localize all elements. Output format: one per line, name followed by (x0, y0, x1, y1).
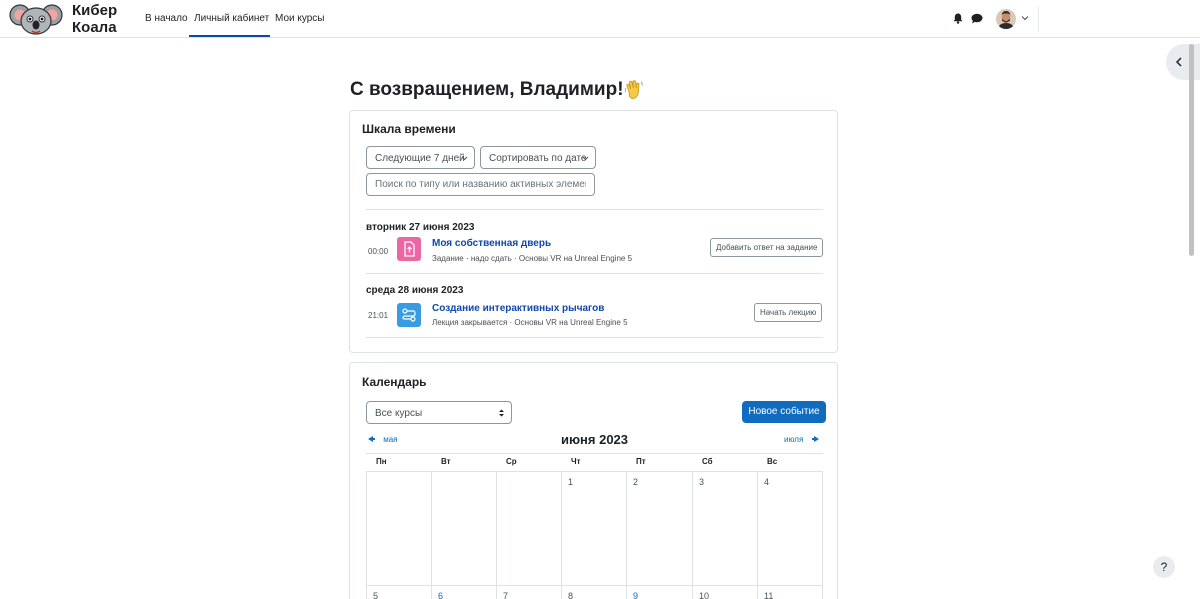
calendar-day-cell[interactable]: 9 (626, 585, 692, 599)
top-navbar: Кибер Коала В начало Личный кабинет Мои … (0, 0, 1200, 38)
timeline-date-heading: вторник 27 июня 2023 (366, 222, 475, 233)
calendar-day-cell[interactable]: 11 (757, 585, 823, 599)
weekday-header: Пт (636, 457, 646, 466)
page-scrollbar[interactable] (1189, 44, 1194, 256)
calendar-day-cell[interactable]: 6 (431, 585, 496, 599)
waving-hand-icon (624, 80, 643, 99)
timeline-title: Шкала времени (362, 122, 456, 136)
divider (366, 209, 823, 210)
calendar-day-cell[interactable]: 7 (496, 585, 561, 599)
divider (366, 273, 823, 274)
chevron-down-icon (582, 156, 589, 161)
arrow-left-icon (368, 436, 375, 442)
weekday-header: Ср (506, 457, 517, 466)
divider (366, 337, 823, 338)
event-subtitle: Лекция закрывается · Основы VR на Unreal… (432, 318, 628, 327)
calendar-month-title: июня 2023 (560, 432, 629, 447)
navbar-divider (1038, 6, 1039, 32)
calendar-day-cell[interactable]: 8 (561, 585, 626, 599)
user-avatar[interactable] (996, 9, 1016, 29)
new-event-button[interactable]: Новое событие (742, 401, 826, 423)
calendar-title: Календарь (362, 375, 427, 389)
event-time: 21:01 (368, 311, 389, 320)
calendar-card: Календарь Все курсы Новое событие июня 2… (349, 362, 838, 599)
drawer-toggle-button[interactable] (1166, 44, 1200, 80)
timeline-filter-dropdown[interactable]: Следующие 7 дней (366, 146, 475, 169)
add-submission-button[interactable]: Добавить ответ на задание (710, 238, 824, 257)
timeline-sort-label: Сортировать по дате (489, 153, 587, 164)
weekday-header: Вт (441, 457, 451, 466)
timeline-sort-dropdown[interactable]: Сортировать по дате (480, 146, 596, 169)
event-subtitle: Задание · надо сдать · Основы VR на Unre… (432, 254, 633, 263)
koala-logo-icon[interactable] (9, 1, 63, 37)
nav-active-indicator (189, 35, 270, 37)
next-month-label: июля (784, 435, 804, 444)
prev-month-label: мая (383, 435, 398, 444)
calendar-day-cell[interactable]: 10 (692, 585, 757, 599)
calendar-grid: Пн Вт Ср Чт Пт Сб Вс 1 2 3 4 5 6 7 8 9 1… (366, 453, 823, 599)
lesson-icon[interactable] (397, 303, 421, 327)
brand-name[interactable]: Кибер Коала (72, 2, 117, 36)
calendar-day-cell (496, 471, 561, 585)
assignment-icon[interactable] (397, 237, 421, 261)
calendar-day-cell[interactable]: 3 (692, 471, 757, 585)
help-button[interactable]: ? (1153, 556, 1175, 578)
calendar-day-cell (366, 471, 431, 585)
chevron-down-icon (461, 156, 468, 161)
weekday-header: Чт (571, 457, 581, 466)
timeline-card: Шкала времени Следующие 7 дней Сортирова… (349, 110, 838, 353)
nav-link-my-courses[interactable]: Мои курсы (275, 13, 325, 24)
bell-icon[interactable] (953, 13, 963, 24)
timeline-search-input[interactable] (366, 173, 595, 196)
weekday-header: Сб (702, 457, 713, 466)
nav-link-dashboard[interactable]: Личный кабинет (194, 13, 269, 24)
select-arrows-icon (499, 409, 504, 417)
event-time: 00:00 (368, 247, 389, 256)
brand-line-2: Коала (72, 19, 117, 36)
event-title-link[interactable]: Создание интерактивных рычагов (432, 303, 604, 314)
chat-icon[interactable] (971, 13, 983, 24)
start-lesson-button[interactable]: Начать лекцию (754, 303, 823, 322)
calendar-day-cell[interactable]: 4 (757, 471, 823, 585)
page-title: С возвращением, Владимир! (350, 79, 624, 100)
arrow-right-icon (811, 436, 819, 442)
weekday-header: Пн (376, 457, 387, 466)
calendar-day-cell[interactable]: 2 (626, 471, 692, 585)
calendar-day-cell[interactable]: 5 (366, 585, 431, 599)
timeline-filter-label: Следующие 7 дней (375, 153, 465, 164)
prev-month-link[interactable]: мая (368, 435, 398, 444)
brand-line-1: Кибер (72, 2, 118, 19)
calendar-day-cell (431, 471, 496, 585)
chevron-left-icon (1175, 57, 1182, 67)
calendar-day-cell[interactable]: 1 (561, 471, 626, 585)
course-filter-select[interactable]: Все курсы (366, 401, 512, 424)
event-title-link[interactable]: Моя собственная дверь (432, 238, 551, 249)
nav-link-home[interactable]: В начало (145, 13, 188, 24)
timeline-date-heading: среда 28 июня 2023 (366, 285, 464, 296)
chevron-down-icon[interactable] (1021, 14, 1029, 22)
next-month-link[interactable]: июля (784, 435, 819, 444)
course-filter-label: Все курсы (375, 408, 423, 419)
weekday-header: Вс (767, 457, 778, 466)
